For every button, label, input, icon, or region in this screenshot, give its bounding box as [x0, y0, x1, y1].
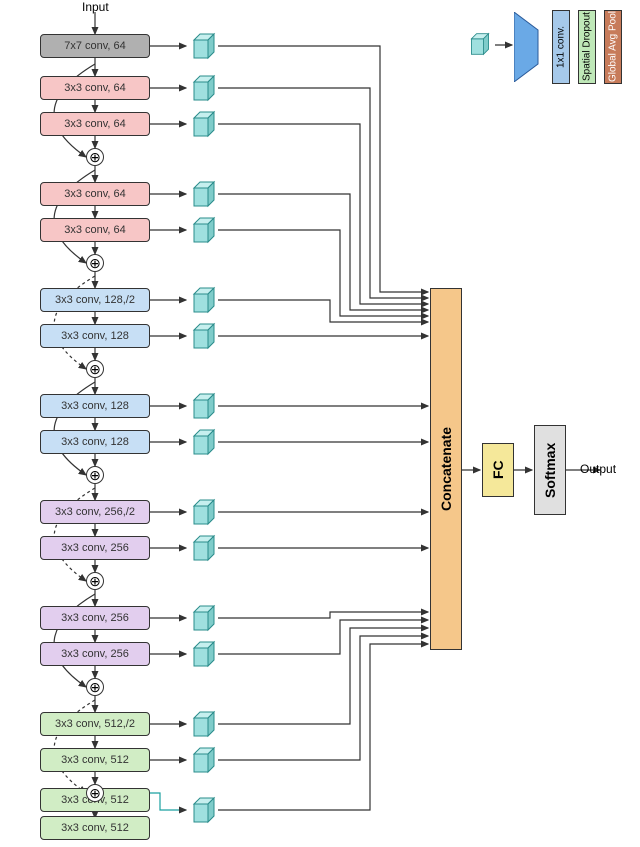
- feature-cube-icon: [190, 110, 218, 138]
- conv-3x3-256-1: 3x3 conv, 256: [40, 536, 150, 560]
- conv-3x3-256-2: 3x3 conv, 256: [40, 606, 150, 630]
- input-label: Input: [82, 0, 109, 14]
- feature-cube-icon: [190, 322, 218, 350]
- conv-3x3-256-s2: 3x3 conv, 256,/2: [40, 500, 150, 524]
- feature-cube-icon: [190, 534, 218, 562]
- concatenate-block: Concatenate: [430, 288, 462, 650]
- legend-spatial-dropout: Spatial Dropout: [578, 10, 596, 84]
- legend-cube-icon: [468, 32, 492, 56]
- output-label: Output: [580, 462, 616, 476]
- conv-3x3-128-3: 3x3 conv, 128: [40, 430, 150, 454]
- feature-cube-icon: [190, 428, 218, 456]
- feature-cube-icon: [190, 392, 218, 420]
- legend-conv1x1: 1x1 conv.: [552, 10, 570, 84]
- feature-cube-icon: [190, 604, 218, 632]
- feature-cube-icon: [190, 710, 218, 738]
- feature-cube-icon: [190, 640, 218, 668]
- feature-cube-icon: [190, 746, 218, 774]
- feature-cube-icon: [190, 32, 218, 60]
- feature-cube-icon: [190, 286, 218, 314]
- conv-3x3-64-1: 3x3 conv, 64: [40, 76, 150, 100]
- conv-3x3-64-3: 3x3 conv, 64: [40, 182, 150, 206]
- conv-3x3-512-s2: 3x3 conv, 512,/2: [40, 712, 150, 736]
- sum-2: ⊕: [86, 254, 104, 272]
- conv-3x3-512-1: 3x3 conv, 512: [40, 748, 150, 772]
- feature-cube-icon: [190, 180, 218, 208]
- conv-3x3-64-2: 3x3 conv, 64: [40, 112, 150, 136]
- conv-7x7-64: 7x7 conv, 64: [40, 34, 150, 58]
- sum-3: ⊕: [86, 360, 104, 378]
- diagram-canvas: Input 7x7 conv, 64 3x3 conv, 64 3x3 conv…: [0, 0, 640, 847]
- feature-cube-icon: [190, 74, 218, 102]
- conv-3x3-512-3: 3x3 conv, 512: [40, 816, 150, 840]
- legend-global-avg-pool: Global Avg Pool: [604, 10, 622, 84]
- sum-7: ⊕: [86, 784, 104, 802]
- feature-cube-icon: [190, 216, 218, 244]
- feature-cube-icon: [190, 796, 218, 824]
- sum-5: ⊕: [86, 572, 104, 590]
- conv-3x3-128-1: 3x3 conv, 128: [40, 324, 150, 348]
- sum-1: ⊕: [86, 148, 104, 166]
- feature-cube-icon: [190, 498, 218, 526]
- conv-3x3-64-4: 3x3 conv, 64: [40, 218, 150, 242]
- sum-6: ⊕: [86, 678, 104, 696]
- softmax-block: Softmax: [534, 425, 566, 515]
- fc-block: FC: [482, 443, 514, 497]
- conv-3x3-256-3: 3x3 conv, 256: [40, 642, 150, 666]
- conv-3x3-128-s2: 3x3 conv, 128,/2: [40, 288, 150, 312]
- sum-4: ⊕: [86, 466, 104, 484]
- legend-trapezoid-icon: [514, 12, 544, 82]
- conv-3x3-128-2: 3x3 conv, 128: [40, 394, 150, 418]
